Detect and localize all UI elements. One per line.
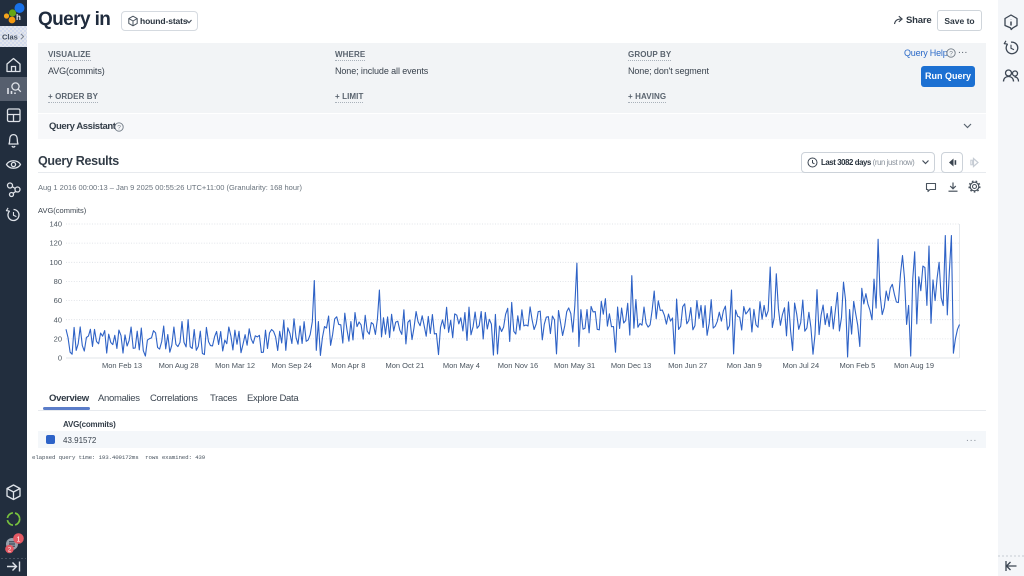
svg-text:Mon Jun 27: Mon Jun 27 (668, 361, 707, 370)
svg-text:Mon Feb 13: Mon Feb 13 (102, 361, 142, 370)
svg-text:0: 0 (58, 354, 62, 363)
svg-text:Mon Oct 21: Mon Oct 21 (386, 361, 425, 370)
svg-text:100: 100 (49, 258, 62, 267)
svg-text:Mon Nov 16: Mon Nov 16 (498, 361, 538, 370)
svg-text:Mon Jul 24: Mon Jul 24 (782, 361, 819, 370)
svg-text:140: 140 (49, 220, 62, 229)
svg-text:Mon May 31: Mon May 31 (554, 361, 595, 370)
svg-text:Mon May 4: Mon May 4 (443, 361, 480, 370)
svg-text:80: 80 (54, 277, 62, 286)
svg-text:Mon Sep 24: Mon Sep 24 (271, 361, 311, 370)
svg-text:Mon Feb 5: Mon Feb 5 (839, 361, 875, 370)
svg-text:Mon Aug 28: Mon Aug 28 (159, 361, 199, 370)
svg-text:Mon Apr 8: Mon Apr 8 (331, 361, 365, 370)
svg-text:Mon Mar 12: Mon Mar 12 (215, 361, 255, 370)
svg-text:Mon Dec 13: Mon Dec 13 (611, 361, 651, 370)
svg-text:Mon Aug 19: Mon Aug 19 (894, 361, 934, 370)
svg-text:Mon Jan 9: Mon Jan 9 (727, 361, 762, 370)
svg-text:40: 40 (54, 315, 62, 324)
svg-text:120: 120 (49, 239, 62, 248)
svg-text:60: 60 (54, 296, 62, 305)
svg-text:20: 20 (54, 335, 62, 344)
